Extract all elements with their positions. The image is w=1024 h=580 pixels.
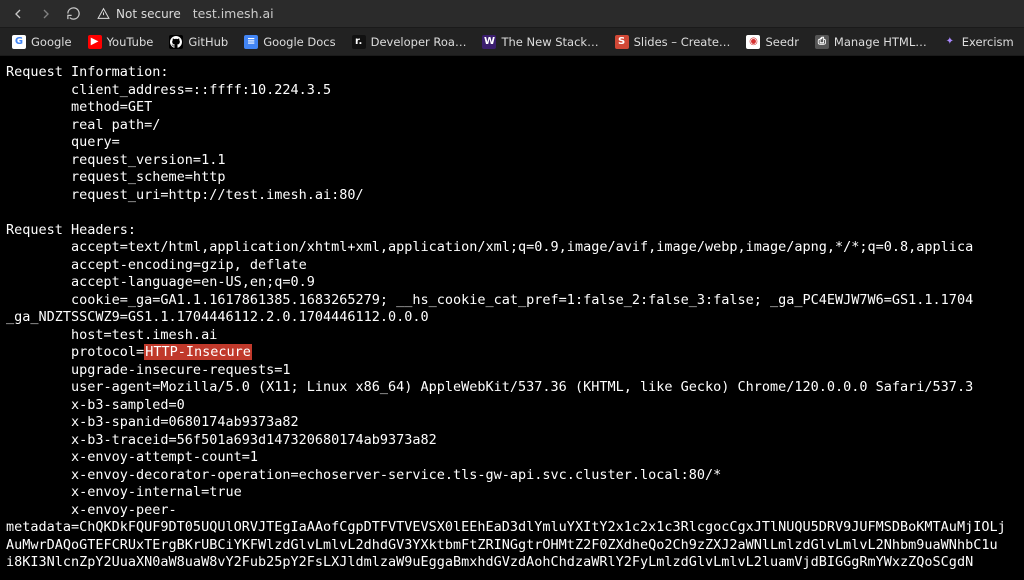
bookmark-label: Manage HTML…: [834, 35, 927, 49]
section-title: Request Headers:: [6, 222, 136, 238]
bookmark-favicon: ✦: [943, 35, 957, 49]
request-info-block: client_address=::ffff:10.224.3.5 method=…: [6, 82, 364, 203]
security-indicator[interactable]: Not secure: [97, 7, 181, 21]
bookmark-label: The New Stack…: [501, 35, 598, 49]
back-button[interactable]: [10, 6, 26, 22]
bookmark-item[interactable]: S Slides – Create…: [611, 32, 735, 52]
bookmark-label: Google Docs: [263, 35, 335, 49]
reload-button[interactable]: [66, 6, 81, 21]
bookmark-item[interactable]: ⎙ Manage HTML…: [811, 32, 931, 52]
bookmark-label: GitHub: [188, 35, 228, 49]
bookmark-label: Seedr: [765, 35, 798, 49]
bookmark-favicon: ◉: [746, 35, 760, 49]
bookmark-label: Exercism: [962, 35, 1014, 49]
bookmark-favicon: ≡: [244, 35, 258, 49]
bookmark-favicon: [169, 35, 183, 49]
bookmark-favicon: r.: [352, 35, 366, 49]
protocol-label: protocol=: [71, 344, 144, 360]
bookmark-item[interactable]: r. Developer Roa…: [348, 32, 471, 52]
browser-toolbar: Not secure test.imesh.ai: [0, 0, 1024, 28]
bookmark-favicon: W: [482, 35, 496, 49]
section-title: Request Information:: [6, 64, 169, 80]
bookmark-item[interactable]: GitHub: [165, 32, 232, 52]
security-label: Not secure: [116, 7, 181, 21]
bookmark-item[interactable]: ✦ Exercism: [939, 32, 1018, 52]
bookmark-favicon: G: [12, 35, 26, 49]
headers-block-a: accept=text/html,application/xhtml+xml,a…: [6, 239, 973, 308]
metadata-block: metadata=ChQKDkFQUF9DT05UQUlORVJTEgIaAAo…: [6, 519, 1006, 570]
bookmark-label: YouTube: [107, 35, 154, 49]
warning-icon: [97, 7, 110, 20]
protocol-value-highlight: HTTP-Insecure: [144, 344, 252, 360]
bookmark-item[interactable]: ◉ Seedr: [742, 32, 802, 52]
headers-block-host: host=test.imesh.ai: [6, 327, 217, 343]
bookmark-favicon: ⎙: [815, 35, 829, 49]
headers-block-c: upgrade-insecure-requests=1 user-agent=M…: [6, 362, 973, 518]
bookmark-label: Developer Roa…: [371, 35, 467, 49]
bookmark-item[interactable]: G Google: [8, 32, 76, 52]
forward-button[interactable]: [38, 6, 54, 22]
bookmark-item[interactable]: ▶ YouTube: [84, 32, 158, 52]
ga-line: _ga_NDZTSSCWZ9=GS1.1.1704446112.2.0.1704…: [6, 309, 429, 325]
page-content: Request Information: client_address=::ff…: [0, 56, 1024, 580]
bookmark-favicon: S: [615, 35, 629, 49]
bookmarks-bar: G Google ▶ YouTube GitHub ≡ Google Docs r. Devel…: [0, 28, 1024, 56]
bookmark-item[interactable]: ≡ Google Docs: [240, 32, 339, 52]
bookmark-label: Google: [31, 35, 72, 49]
bookmark-item[interactable]: W The New Stack…: [478, 32, 602, 52]
bookmark-favicon: ▶: [88, 35, 102, 49]
bookmark-label: Slides – Create…: [634, 35, 731, 49]
address-text[interactable]: test.imesh.ai: [193, 6, 274, 21]
